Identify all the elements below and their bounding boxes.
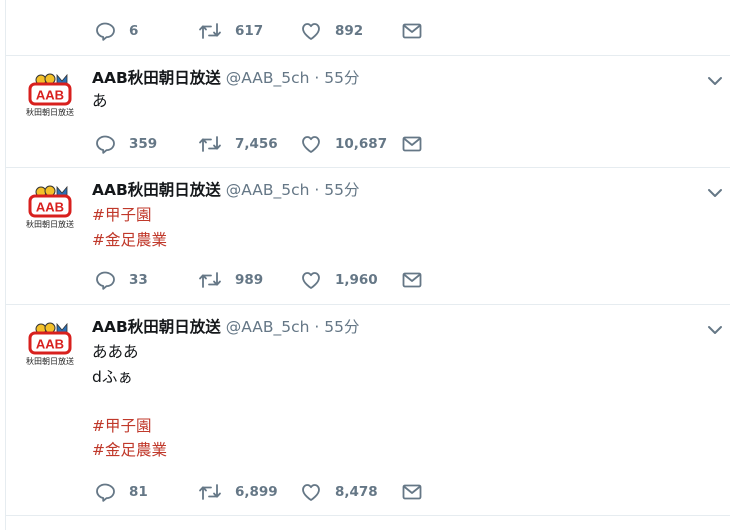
tweet-text-line: あ [92, 92, 108, 110]
reply-icon [96, 135, 115, 154]
retweet-button[interactable]: 6,899 [198, 481, 278, 503]
display-name[interactable]: AAB秋田朝日放送 [92, 318, 221, 336]
reply-count: 81 [129, 484, 148, 500]
envelope-icon [402, 272, 422, 288]
tweet-text-line: あああ [92, 343, 139, 361]
tweet[interactable]: AAB 秋田朝日放送 AAB秋田朝日放送 @AAB_5ch · 55分 #甲子園… [6, 168, 730, 304]
separator-dot: · [314, 181, 320, 199]
retweet-button[interactable]: 989 [198, 269, 263, 291]
tweet-header: AAB秋田朝日放送 @AAB_5ch · 55分 [92, 317, 360, 337]
envelope-icon [402, 23, 422, 39]
reply-button[interactable]: 33 [94, 269, 148, 291]
avatar-logo-text: AAB [36, 200, 64, 215]
retweet-button[interactable]: 617 [198, 20, 263, 42]
tweet-text: #甲子園 #金足農業 [92, 203, 167, 252]
direct-message-button[interactable] [401, 481, 423, 503]
display-name[interactable]: AAB秋田朝日放送 [92, 181, 221, 199]
tweet-text: あ [92, 89, 108, 114]
heart-icon [302, 484, 320, 501]
separator-dot: · [314, 318, 320, 336]
timestamp[interactable]: 55分 [324, 318, 359, 336]
separator [6, 515, 730, 516]
timestamp[interactable]: 55分 [324, 69, 359, 87]
heart-icon [302, 136, 320, 153]
tweet-header: AAB秋田朝日放送 @AAB_5ch · 55分 [92, 180, 360, 200]
heart-icon [302, 272, 320, 289]
retweet-count: 617 [235, 23, 264, 39]
heart-icon [302, 23, 320, 40]
chevron-down-icon[interactable] [706, 72, 724, 90]
avatar-logo-text: AAB [36, 88, 64, 103]
chevron-down-icon[interactable] [706, 321, 724, 339]
retweet-count: 6,899 [235, 484, 278, 500]
like-button[interactable]: 10,687 [300, 133, 387, 155]
envelope-icon [402, 484, 422, 500]
retweet-icon [199, 272, 221, 288]
tweet[interactable]: AAB 秋田朝日放送 AAB秋田朝日放送 @AAB_5ch · 55分 あ 35… [6, 56, 730, 167]
avatar-caption: 秋田朝日放送 [26, 356, 74, 366]
avatar-logo-text: AAB [36, 337, 64, 352]
direct-message-button[interactable] [401, 20, 423, 42]
hashtag-link[interactable]: #金足農業 [92, 438, 167, 463]
timestamp[interactable]: 55分 [324, 181, 359, 199]
tweet-text-line: dふぁ [92, 367, 133, 386]
avatar-caption: 秋田朝日放送 [26, 219, 74, 229]
direct-message-button[interactable] [401, 269, 423, 291]
like-count: 10,687 [335, 136, 388, 152]
hashtag-link[interactable]: #金足農業 [92, 228, 167, 253]
reply-count: 33 [129, 272, 148, 288]
user-handle[interactable]: @AAB_5ch [226, 181, 310, 199]
tweet[interactable]: 6 617 892 [6, 0, 730, 55]
like-count: 1,960 [335, 272, 378, 288]
direct-message-button[interactable] [401, 133, 423, 155]
retweet-icon [199, 136, 221, 152]
hashtag-link[interactable]: #甲子園 [92, 203, 167, 228]
reply-button[interactable]: 81 [94, 481, 148, 503]
like-button[interactable]: 8,478 [300, 481, 378, 503]
avatar[interactable]: AAB 秋田朝日放送 [26, 72, 74, 120]
like-button[interactable]: 892 [300, 20, 363, 42]
timeline: 6 617 892 AAB 秋田朝日放送 AAB秋田朝日放送 @AAB_5ch … [5, 0, 730, 530]
tweet-header: AAB秋田朝日放送 @AAB_5ch · 55分 [92, 68, 360, 88]
display-name[interactable]: AAB秋田朝日放送 [92, 69, 221, 87]
reply-count: 359 [129, 136, 158, 152]
avatar-caption: 秋田朝日放送 [26, 107, 74, 117]
reply-button[interactable]: 359 [94, 133, 157, 155]
reply-icon [96, 22, 115, 41]
like-count: 8,478 [335, 484, 378, 500]
like-count: 892 [335, 23, 364, 39]
retweet-count: 7,456 [235, 136, 278, 152]
like-button[interactable]: 1,960 [300, 269, 378, 291]
retweet-count: 989 [235, 272, 264, 288]
hashtag-link[interactable]: #甲子園 [92, 414, 167, 439]
chevron-down-icon[interactable] [706, 184, 724, 202]
avatar[interactable]: AAB 秋田朝日放送 [26, 184, 74, 232]
envelope-icon [402, 136, 422, 152]
avatar[interactable]: AAB 秋田朝日放送 [26, 321, 74, 369]
reply-count: 6 [129, 23, 139, 39]
tweet-text: あああ dふぁ #甲子園 #金足農業 [92, 340, 167, 463]
user-handle[interactable]: @AAB_5ch [226, 69, 310, 87]
retweet-icon [199, 484, 221, 500]
tweet[interactable]: AAB 秋田朝日放送 AAB秋田朝日放送 @AAB_5ch · 55分 あああ … [6, 305, 730, 515]
user-handle[interactable]: @AAB_5ch [226, 318, 310, 336]
reply-button[interactable]: 6 [94, 20, 138, 42]
retweet-icon [199, 23, 221, 39]
reply-icon [96, 483, 115, 502]
separator-dot: · [314, 69, 320, 87]
reply-icon [96, 271, 115, 290]
retweet-button[interactable]: 7,456 [198, 133, 278, 155]
